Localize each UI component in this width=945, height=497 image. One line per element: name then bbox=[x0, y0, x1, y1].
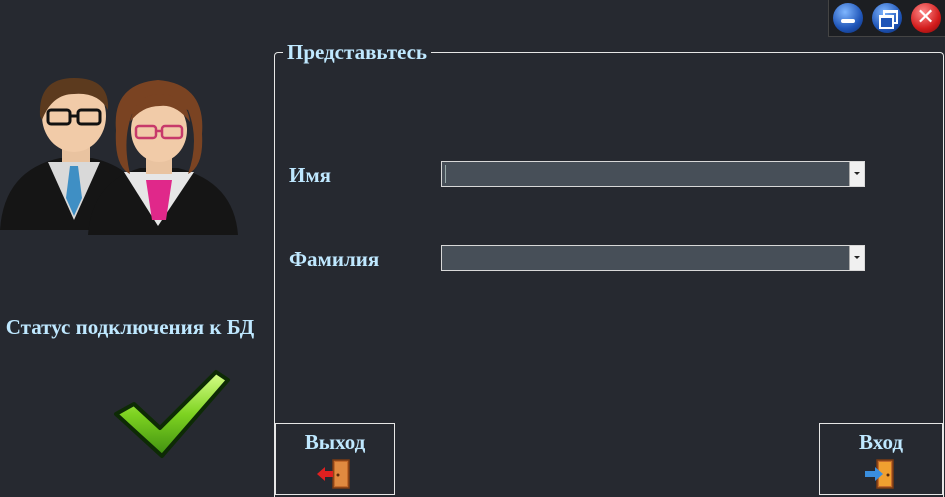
window-controls: ✕ bbox=[828, 0, 945, 37]
door-enter-icon bbox=[865, 459, 894, 489]
db-status-label: Статус подключения к БД bbox=[5, 315, 255, 339]
users-icon bbox=[0, 78, 238, 235]
name-combobox[interactable] bbox=[441, 161, 865, 187]
surname-combobox[interactable] bbox=[441, 245, 865, 271]
login-button[interactable]: Вход bbox=[819, 423, 943, 495]
door-exit-icon bbox=[317, 459, 350, 489]
login-groupbox: Представьтесь Имя Фамилия Выход Вход bbox=[274, 39, 944, 497]
surname-label: Фамилия bbox=[289, 247, 380, 271]
exit-button[interactable]: Выход bbox=[275, 423, 395, 495]
login-group-title: Представьтесь bbox=[283, 39, 432, 65]
restore-icon[interactable] bbox=[871, 3, 902, 33]
close-icon[interactable]: ✕ bbox=[910, 3, 941, 33]
login-button-label: Вход bbox=[859, 430, 903, 454]
name-label: Имя bbox=[289, 163, 331, 187]
chevron-down-icon[interactable] bbox=[849, 246, 864, 270]
chevron-down-icon[interactable] bbox=[849, 162, 864, 186]
minimize-icon[interactable] bbox=[833, 3, 864, 33]
check-icon bbox=[114, 370, 230, 458]
name-combobox-value bbox=[445, 165, 446, 183]
exit-button-label: Выход bbox=[304, 430, 366, 454]
